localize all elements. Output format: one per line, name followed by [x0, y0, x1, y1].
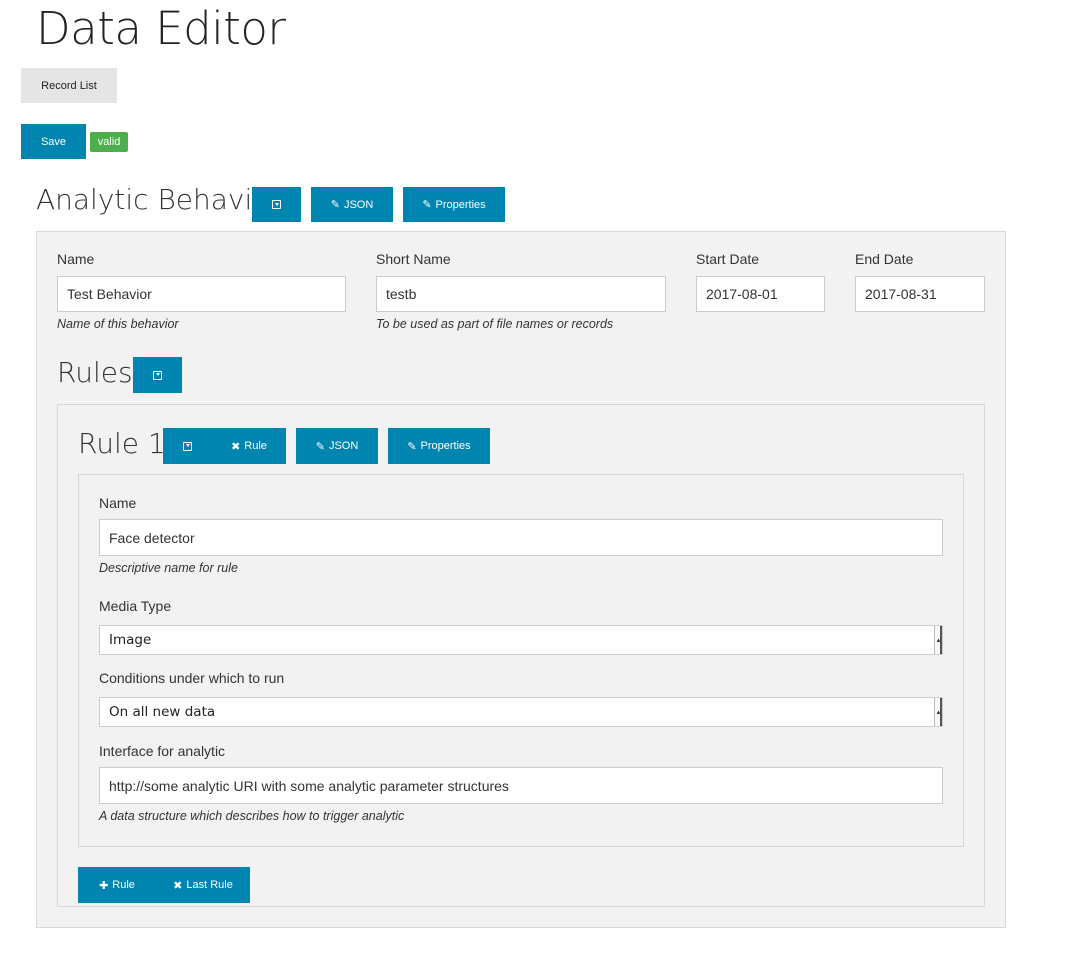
page-title: Data Editor: [36, 2, 286, 55]
media-type-value: Image: [109, 632, 152, 648]
record-list-button[interactable]: Record List: [21, 68, 117, 103]
end-date-label: End Date: [855, 251, 914, 267]
valid-badge: valid: [90, 132, 128, 152]
pencil-icon: ✎: [330, 199, 340, 211]
plus-icon: ✚: [99, 879, 109, 892]
behavior-properties-label: Properties: [435, 198, 486, 211]
rule-name-label: Name: [99, 495, 137, 511]
pencil-icon: ✎: [315, 440, 325, 453]
save-button[interactable]: Save: [21, 124, 86, 159]
x-icon: ✖: [173, 879, 183, 892]
rule-json-button[interactable]: ✎ JSON: [296, 428, 378, 464]
conditions-value: On all new data: [109, 704, 216, 720]
remove-last-rule-label: Last Rule: [186, 879, 233, 891]
behavior-json-button[interactable]: ✎ JSON: [311, 187, 393, 222]
interface-label: Interface for analytic: [99, 743, 226, 759]
rule-collapse-button[interactable]: [163, 428, 212, 464]
start-date-input[interactable]: [696, 276, 825, 312]
remove-rule-label: Rule: [244, 440, 267, 452]
interface-input[interactable]: [99, 767, 943, 804]
rules-collapse-button[interactable]: [133, 357, 182, 393]
behavior-json-label: JSON: [343, 198, 374, 211]
behavior-collapse-button[interactable]: [252, 187, 301, 222]
add-rule-button[interactable]: ✚ Rule: [78, 867, 156, 903]
rule-properties-button[interactable]: ✎ Properties: [388, 428, 490, 464]
name-label: Name: [57, 251, 95, 267]
conditions-select[interactable]: On all new data ▴: [99, 697, 943, 727]
behavior-name-input[interactable]: [57, 276, 346, 312]
end-date-input[interactable]: [855, 276, 985, 312]
rule-properties-label: Properties: [420, 440, 471, 452]
media-type-label: Media Type: [99, 598, 172, 614]
collapse-icon: [272, 200, 281, 209]
rule-name-input[interactable]: [99, 519, 943, 556]
dropdown-arrow-icon: ▴: [934, 626, 942, 654]
short-name-help: To be used as part of file names or reco…: [376, 317, 614, 331]
rules-heading: Rules: [57, 356, 133, 389]
behavior-heading: Analytic Behavior: [36, 183, 281, 216]
remove-last-rule-button[interactable]: ✖ Last Rule: [156, 867, 250, 903]
rule-name-help: Descriptive name for rule: [99, 561, 238, 575]
add-rule-label: Rule: [112, 879, 135, 891]
pencil-icon: ✎: [407, 440, 417, 453]
rule-json-label: JSON: [328, 440, 359, 452]
dropdown-arrow-icon: ▴: [934, 698, 942, 726]
short-name-label: Short Name: [376, 251, 451, 267]
short-name-input[interactable]: [376, 276, 666, 312]
interface-help: A data structure which describes how to …: [99, 809, 405, 823]
remove-rule-button[interactable]: ✖ Rule: [212, 428, 286, 464]
start-date-label: Start Date: [696, 251, 760, 267]
collapse-icon: [153, 370, 162, 380]
conditions-label: Conditions under which to run: [99, 670, 285, 686]
rule-heading: Rule 1: [78, 427, 166, 460]
pencil-icon: ✎: [422, 199, 432, 211]
name-help: Name of this behavior: [57, 317, 179, 331]
media-type-select[interactable]: Image ▴: [99, 625, 943, 655]
behavior-properties-button[interactable]: ✎ Properties: [403, 187, 505, 222]
x-icon: ✖: [231, 440, 241, 453]
collapse-icon: [183, 441, 192, 451]
